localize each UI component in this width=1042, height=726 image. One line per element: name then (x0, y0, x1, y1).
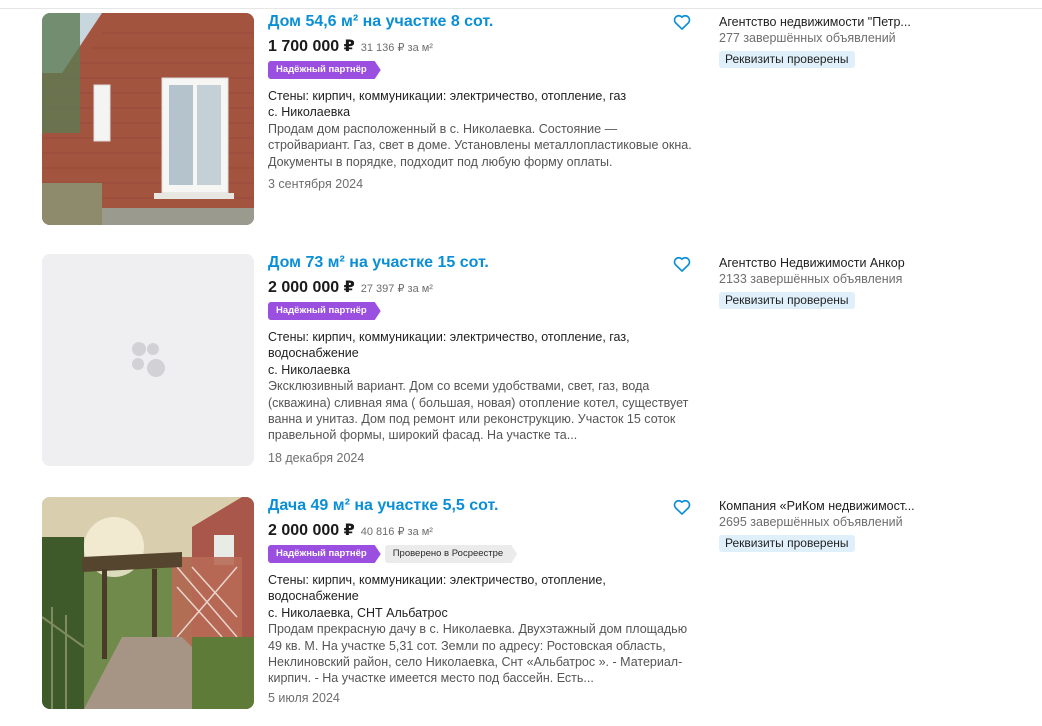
listing-card[interactable]: Дом 54,6 м² на участке 8 сот. 1 700 000 … (42, 13, 1022, 227)
listing-features: Стены: кирпич, коммуникации: электричест… (268, 573, 606, 604)
listing-date: 5 июля 2024 (268, 690, 340, 705)
price-per-m2: 27 397 ₽ за м² (360, 283, 433, 295)
seller-verified-badge: Реквизиты проверены (719, 51, 855, 68)
rosreestr-badge: Проверено в Росреестре (385, 545, 518, 563)
listing-description: Эксклюзивный вариант. Дом со всеми удобс… (268, 379, 689, 443)
listing-features: Стены: кирпич, коммуникации: электричест… (268, 330, 630, 361)
seller-name[interactable]: Агентство Недвижимости Анкор (719, 255, 924, 271)
listing-content: Дом 54,6 м² на участке 8 сот. 1 700 000 … (268, 13, 698, 192)
price-row: 1 700 000 ₽ 31 136 ₽ за м² (268, 36, 698, 56)
seller-name[interactable]: Компания «РиКом недвижимост... (719, 498, 924, 514)
listing-location: с. Николаевка (268, 105, 351, 120)
seller-verified-badge: Реквизиты проверены (719, 535, 855, 552)
seller-name[interactable]: Агентство недвижимости "Петр... (719, 14, 924, 30)
price-row: 2 000 000 ₽ 27 397 ₽ за м² (268, 277, 698, 297)
listing-location: с. Николаевка, СНТ Альбатрос (268, 605, 448, 620)
favorite-button[interactable] (672, 254, 692, 274)
price-per-m2: 40 816 ₽ за м² (360, 526, 433, 538)
listing-content: Дача 49 м² на участке 5,5 сот. 2 000 000… (268, 497, 698, 706)
heart-icon (673, 256, 691, 272)
partner-badge: Надёжный партнёр (268, 545, 381, 563)
price-per-m2: 31 136 ₽ за м² (360, 42, 433, 54)
favorite-button[interactable] (672, 12, 692, 32)
listing-photo[interactable] (42, 13, 254, 225)
listing-price: 2 000 000 ₽ (268, 279, 355, 296)
listing-description: Продам дом расположенный в с. Николаевка… (268, 121, 692, 169)
listing-card[interactable]: Дом 73 м² на участке 15 сот. 2 000 000 ₽… (42, 254, 1022, 468)
listing-title[interactable]: Дача 49 м² на участке 5,5 сот. (268, 497, 698, 515)
top-divider (0, 0, 1042, 9)
listing-features: Стены: кирпич, коммуникации: электричест… (268, 89, 627, 103)
seller-verified-badge: Реквизиты проверены (719, 292, 855, 309)
listing-title[interactable]: Дом 73 м² на участке 15 сот. (268, 254, 698, 272)
seller-block: Компания «РиКом недвижимост... 2695 заве… (719, 498, 1009, 552)
listing-price: 1 700 000 ₽ (268, 38, 355, 55)
badge-row: Надёжный партнёр Проверено в Росреестре (268, 545, 698, 563)
heart-icon (673, 14, 691, 30)
seller-listings-count: 2695 завершённых объявлений (719, 515, 903, 529)
photo-placeholder-icon (42, 254, 254, 466)
favorite-button[interactable] (672, 497, 692, 517)
listing-price: 2 000 000 ₽ (268, 522, 355, 539)
listing-location: с. Николаевка (268, 362, 351, 377)
listing-title[interactable]: Дом 54,6 м² на участке 8 сот. (268, 13, 698, 31)
seller-listings-count: 277 завершённых объявлений (719, 31, 896, 45)
seller-block: Агентство Недвижимости Анкор 2133 заверш… (719, 255, 1009, 309)
seller-listings-count: 2133 завершённых объявления (719, 272, 903, 286)
heart-icon (673, 499, 691, 515)
listing-photo[interactable] (42, 497, 254, 709)
listing-date: 3 сентября 2024 (268, 177, 364, 192)
listing-description: Продам прекрасную дачу в с. Николаевка. … (268, 622, 688, 686)
listing-content: Дом 73 м² на участке 15 сот. 2 000 000 ₽… (268, 254, 698, 466)
listing-date: 18 декабря 2024 (268, 450, 365, 465)
listing-photo-placeholder[interactable] (42, 254, 254, 466)
badge-row: Надёжный партнёр (268, 302, 698, 320)
price-row: 2 000 000 ₽ 40 816 ₽ за м² (268, 520, 698, 540)
seller-block: Агентство недвижимости "Петр... 277 заве… (719, 14, 1009, 68)
partner-badge: Надёжный партнёр (268, 302, 381, 320)
listing-card[interactable]: Дача 49 м² на участке 5,5 сот. 2 000 000… (42, 497, 1022, 711)
partner-badge: Надёжный партнёр (268, 61, 381, 79)
badge-row: Надёжный партнёр (268, 61, 698, 79)
